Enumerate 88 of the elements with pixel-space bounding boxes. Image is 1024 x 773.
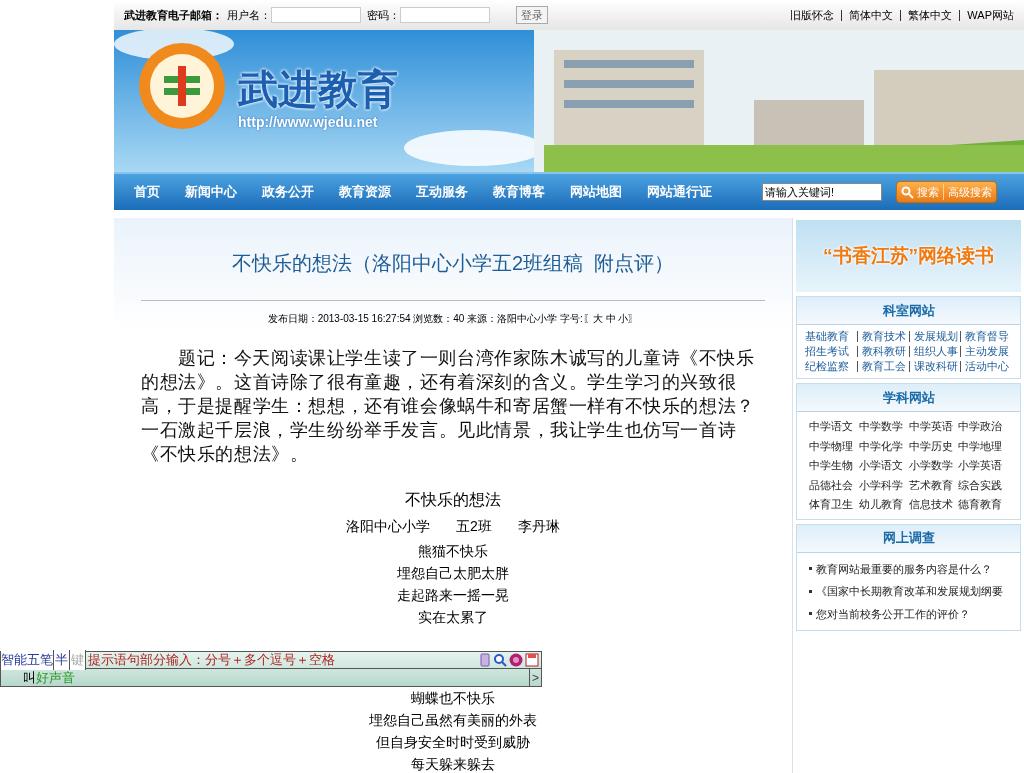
department-link[interactable]: 教育工会 (856, 361, 906, 372)
next-page-button[interactable]: > (529, 669, 541, 686)
subject-link[interactable]: 小学科学 (858, 476, 909, 493)
top-link[interactable]: 繁体中文 (900, 9, 953, 21)
top-link[interactable]: 旧版怀念 (790, 9, 835, 21)
top-link[interactable]: WAP网站 (959, 9, 1014, 21)
password-label: 密码： (367, 7, 400, 23)
subject-link[interactable]: 中学政治 (958, 418, 1008, 435)
ime-mode[interactable]: 智能五笔 (1, 650, 53, 670)
subject-link[interactable]: 德育教育 (958, 496, 1008, 513)
subject-link[interactable]: 品德社会 (809, 476, 859, 493)
bullet-icon (809, 567, 812, 571)
department-link[interactable]: 招生考试 (805, 346, 849, 357)
survey-link[interactable]: 您对当前校务公开工作的评价？ (816, 605, 970, 622)
top-link[interactable]: 简体中文 (841, 9, 894, 21)
nav-link[interactable]: 教育资源 (339, 182, 391, 202)
subject-link[interactable]: 中学英语 (908, 418, 959, 435)
subject-link[interactable]: 中学化学 (858, 437, 909, 454)
login-button[interactable]: 登录 (516, 6, 548, 24)
subject-link[interactable]: 小学数学 (908, 457, 959, 474)
department-link[interactable]: 主动发展 (960, 346, 1010, 357)
nav-link[interactable]: 新闻中心 (185, 182, 237, 202)
site-title: 武进教育 (238, 66, 398, 112)
subject-link[interactable]: 中学物理 (809, 437, 859, 454)
subject-link[interactable]: 小学语文 (858, 457, 909, 474)
subject-link[interactable]: 中学生物 (809, 457, 859, 474)
poem-line: 埋怨自己虽然有美丽的外表 (369, 711, 537, 730)
article-meta: 发布日期：2013-03-15 16:27:54 浏览数：40 来源：洛阳中心小学 字号:〖大 中 小〗 (267, 312, 639, 326)
section-title: 科室网站 (882, 301, 935, 320)
poem-line: 蝴蝶也不快乐 (411, 689, 495, 708)
article-title: 不快乐的想法（洛阳中心小学五2班组稿 附点评） (231, 251, 675, 276)
nav-link[interactable]: 互动服务 (416, 182, 468, 202)
subject-link[interactable]: 信息技术 (908, 496, 959, 513)
poem-byline: 洛阳中心小学 (346, 517, 431, 536)
save-icon[interactable] (525, 653, 539, 667)
poem-title: 不快乐的想法 (405, 490, 501, 510)
department-link[interactable]: 基础教育 (805, 331, 849, 342)
department-link[interactable]: 教科教研 (856, 346, 906, 357)
search-icon (901, 185, 914, 199)
logo-icon (138, 42, 226, 130)
department-link[interactable]: 教育督导 (960, 331, 1010, 342)
department-link[interactable]: 活动中心 (960, 361, 1010, 372)
poem-line: 埋怨自己太肥太胖 (397, 564, 509, 583)
promo-text: “书香江苏”网络读书 (823, 243, 994, 268)
nav-link[interactable]: 政务公开 (262, 182, 314, 202)
poem-byline: 五2班 (456, 517, 492, 536)
nav-link[interactable]: 网站通行证 (647, 182, 712, 202)
subject-link[interactable]: 小学英语 (958, 457, 1008, 474)
bullet-icon (809, 589, 812, 593)
subject-link[interactable]: 体育卫生 (809, 496, 859, 513)
poem-line: 实在太累了 (418, 608, 488, 627)
poem-line: 但自身安全时时受到威胁 (376, 733, 530, 752)
poem-byline: 李丹琳 (517, 517, 560, 536)
nav-link[interactable]: 首页 (134, 182, 160, 202)
department-link[interactable]: 教育技术 (856, 331, 906, 342)
subject-link[interactable]: 中学地理 (958, 437, 1008, 454)
site-url: http://www.wjedu.net (238, 113, 379, 132)
survey-link[interactable]: 《国家中长期教育改革和发展规划纲要 (816, 583, 1003, 600)
search-icon[interactable] (493, 653, 507, 667)
subject-link[interactable]: 中学数学 (858, 418, 909, 435)
password-field[interactable] (400, 7, 490, 23)
section-title: 网上调查 (882, 529, 935, 548)
section-title: 学科网站 (882, 388, 935, 407)
subject-link[interactable]: 综合实践 (958, 476, 1008, 493)
department-link[interactable]: 发展规划 (908, 331, 958, 342)
candidate-prefix: 叫 (23, 668, 36, 687)
subject-link[interactable]: 中学语文 (809, 418, 859, 435)
nav-link[interactable]: 教育博客 (493, 182, 545, 202)
article-intro: 题记：今天阅读课让学生读了一则台湾作家陈木诚写的儿童诗《不快乐的想法》。这首诗除了很有童趣，还有着深刻的含义。学生学习的兴致很高，于是提醒学生：想想，还有谁会像蜗牛和寄居蟹一样有不快乐的想法？一石激起千层浪，学生纷纷举手发言。见此情景，我让学生也仿写一首诗《不快乐的想法》。 (141, 347, 756, 466)
subject-link[interactable]: 中学历史 (908, 437, 959, 454)
half-width-toggle[interactable]: 半 (53, 650, 69, 670)
dictionary-icon[interactable] (509, 653, 523, 667)
poem-line: 走起路来一摇一晃 (397, 586, 509, 605)
survey-link[interactable]: 教育网站最重要的服务内容是什么？ (816, 560, 992, 577)
department-link[interactable]: 纪检监察 (805, 361, 849, 372)
subject-link[interactable]: 艺术教育 (908, 476, 959, 493)
username-field[interactable] (271, 7, 361, 23)
search-field[interactable]: 请输入关键词! (762, 183, 882, 201)
subject-link[interactable]: 幼儿教育 (858, 496, 909, 513)
poem-line: 熊猫不快乐 (418, 542, 488, 561)
bullet-icon (809, 612, 812, 616)
ime-hint: 提示语句部分输入：分号＋多个逗号＋空格 (88, 651, 335, 670)
department-link[interactable]: 组织人事 (908, 346, 958, 357)
username-label: 用户名： (227, 7, 271, 23)
mail-label: 武进教育电子邮箱： (124, 7, 223, 23)
nav-link[interactable]: 网站地图 (570, 182, 622, 202)
poem-line: 每天躲来躲去 (411, 755, 495, 773)
department-link[interactable]: 课改科研 (908, 361, 958, 372)
